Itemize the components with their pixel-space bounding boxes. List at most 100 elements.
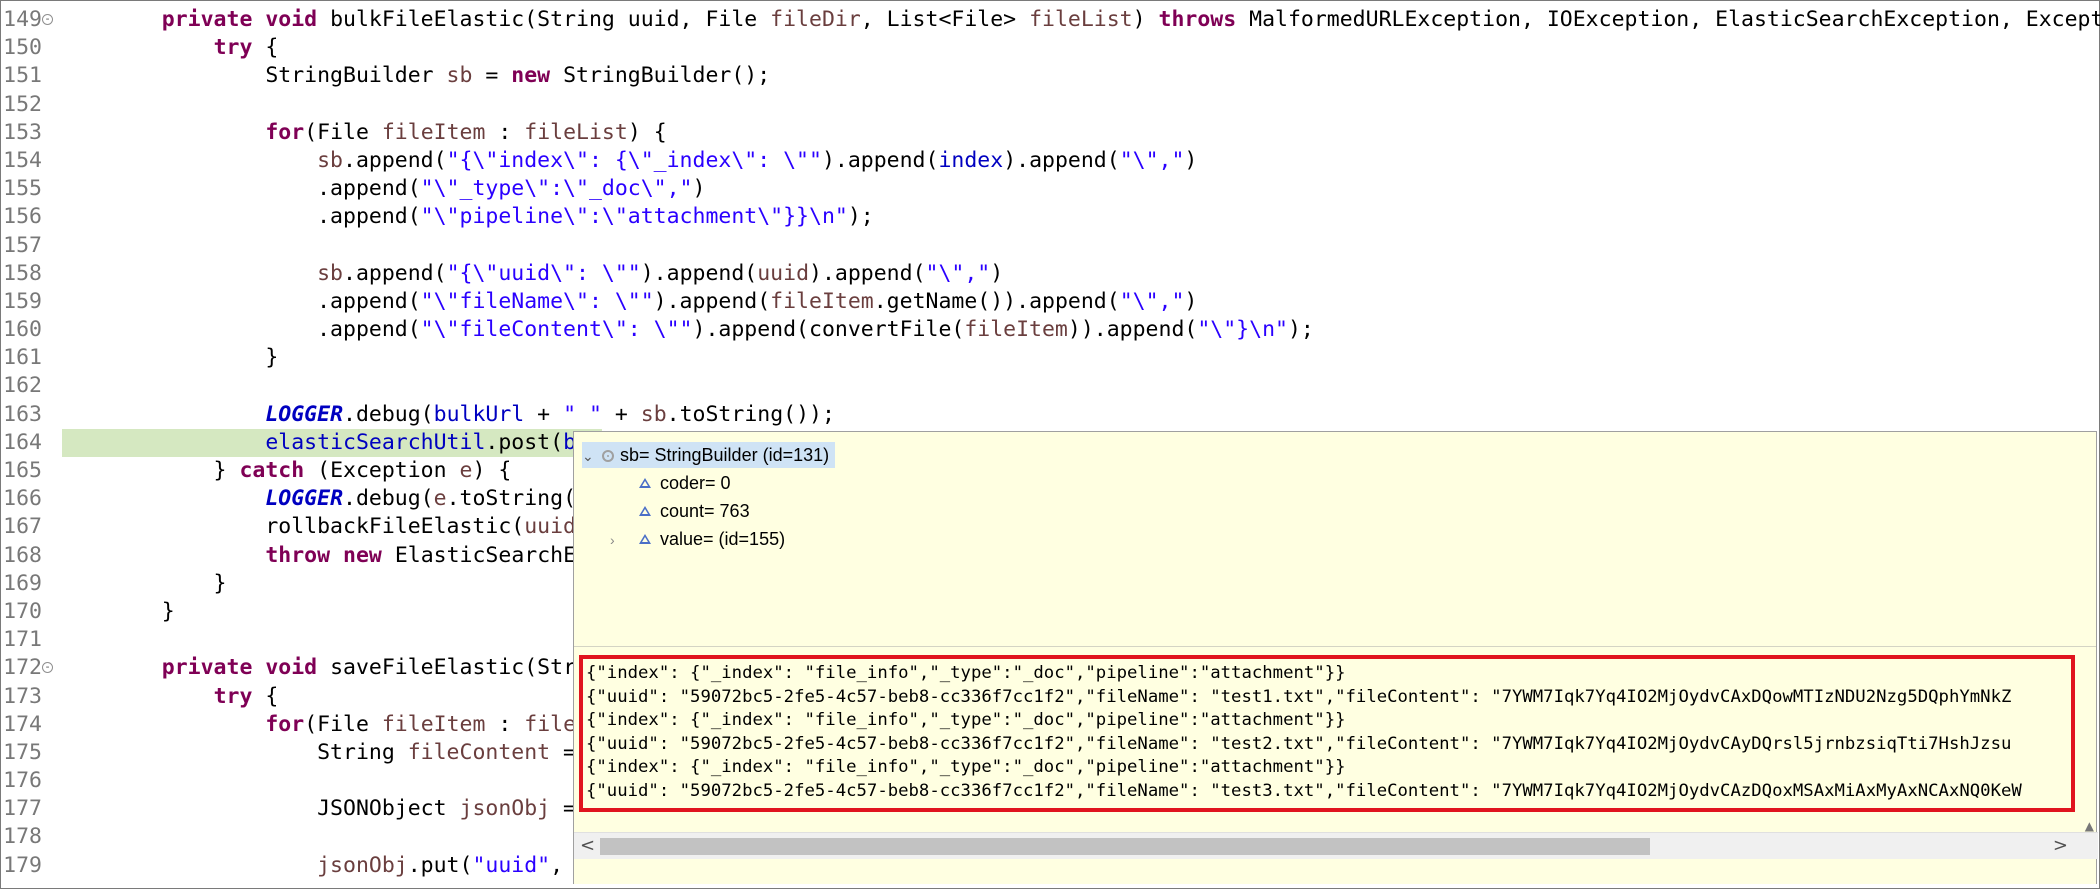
- debug-hover-popup[interactable]: ⌄ sb= StringBuilder (id=131) coder= 0 cou…: [573, 431, 2098, 884]
- code-token: "{\"index\": {\"_index\": \"": [446, 147, 822, 173]
- code-token: ): [1132, 7, 1159, 32]
- code-line[interactable]: 156 .append("\"pipeline\":\"attachment\"…: [0, 203, 2100, 231]
- code-text: sb.append("{\"index\": {\"_index\": \"")…: [110, 147, 1197, 175]
- line-number: 162: [3, 373, 42, 399]
- code-line[interactable]: 162: [0, 372, 2100, 400]
- tree-root-label: sb= StringBuilder (id=131): [620, 445, 830, 465]
- code-token: "{\"uuid\": \"": [446, 260, 641, 286]
- code-token: try: [213, 683, 253, 709]
- code-text: } catch (Exception e) {: [110, 457, 512, 485]
- code-token: bulkFileElastic(String uuid, File: [317, 7, 771, 32]
- code-text: String fileContent = conv: [110, 739, 641, 767]
- tree-item-label: value= (id=155): [660, 529, 786, 549]
- chevron-down-icon[interactable]: ⌄: [582, 443, 598, 469]
- code-token: ) {: [627, 119, 667, 145]
- code-token: .append(: [110, 204, 421, 230]
- line-number: 177: [3, 796, 42, 822]
- code-token: {: [252, 683, 279, 709]
- value-detail-pane[interactable]: {"index": {"_index": "file_info","_type"…: [579, 655, 2075, 812]
- code-token: "\"pipeline\":\"attachment\"}}\n": [420, 204, 848, 230]
- code-token: +: [601, 401, 641, 427]
- code-line[interactable]: 152: [0, 91, 2100, 119]
- code-token: e: [433, 486, 447, 512]
- tree-item-coder[interactable]: coder= 0: [636, 470, 731, 496]
- code-token: .getName()).append(: [873, 288, 1120, 314]
- code-token: }: [110, 570, 227, 596]
- code-token: fileItem: [770, 288, 874, 314]
- code-token: StringBuilder: [110, 63, 447, 89]
- code-line[interactable]: 150 try {: [0, 34, 2100, 62]
- chevron-right-icon[interactable]: ›: [610, 527, 626, 553]
- code-line[interactable]: 149 private void bulkFileElastic(String …: [0, 6, 2100, 34]
- scrollbar-thumb[interactable]: [600, 838, 1650, 855]
- detail-text-line: {"index": {"_index": "file_info","_type"…: [586, 663, 1346, 683]
- code-token: "\"fileContent\": \"": [420, 317, 693, 343]
- horizontal-scrollbar[interactable]: < >: [574, 832, 2098, 859]
- code-token: throws: [1158, 7, 1237, 32]
- code-line[interactable]: 163 LOGGER.debug(bulkUrl + " " + sb.toSt…: [0, 401, 2100, 429]
- code-token: .append(: [343, 260, 447, 286]
- code-text: rollbackFileElastic(uuid);: [110, 513, 602, 541]
- tree-root-sb[interactable]: ⌄ sb= StringBuilder (id=131): [582, 442, 836, 469]
- code-line[interactable]: 154 sb.append("{\"index\": {\"_index\": …: [0, 147, 2100, 175]
- code-token: {: [252, 35, 279, 61]
- line-number: 153: [3, 119, 42, 145]
- line-number: 163: [3, 401, 42, 427]
- code-token: .append(: [110, 317, 421, 343]
- code-line[interactable]: 155 .append("\"_type\":\"_doc\","): [0, 175, 2100, 203]
- line-number: 154: [3, 147, 42, 173]
- code-token: =: [472, 63, 512, 89]
- tree-item-count[interactable]: count= 763: [636, 498, 750, 524]
- line-number: 170: [3, 598, 42, 624]
- code-token: .append(: [110, 288, 421, 314]
- code-token: , List<File>: [860, 7, 1030, 32]
- scroll-up-icon[interactable]: ▲: [2085, 819, 2094, 833]
- code-token: jsonObj: [459, 796, 551, 822]
- code-token: uuid: [524, 514, 576, 540]
- code-line[interactable]: 160 .append("\"fileContent\": \"").appen…: [0, 316, 2100, 344]
- code-line[interactable]: 151 StringBuilder sb = new StringBuilder…: [0, 62, 2100, 90]
- code-token: sb: [317, 147, 343, 173]
- line-number: 168: [3, 542, 42, 568]
- code-text: private void saveFileElastic(String u: [110, 654, 641, 682]
- detail-text-line: {"uuid": "59072bc5-2fe5-4c57-beb8-cc336f…: [586, 686, 2012, 707]
- code-token: ).append(: [821, 147, 939, 173]
- fold-toggle-icon[interactable]: [42, 14, 53, 25]
- scroll-right-icon[interactable]: >: [2053, 835, 2068, 856]
- code-token: for: [265, 119, 305, 145]
- code-line[interactable]: 159 .append("\"fileName\": \"").append(f…: [0, 288, 2100, 316]
- line-number: 165: [3, 458, 42, 483]
- line-number: 151: [3, 63, 42, 89]
- code-text: }: [110, 598, 175, 626]
- code-token: LOGGER: [265, 486, 344, 512]
- vertical-scrollbar[interactable]: ▲: [2078, 432, 2096, 833]
- code-token: new: [511, 63, 551, 89]
- tree-item-label: count= 763: [660, 501, 750, 521]
- line-number: 174: [3, 711, 42, 737]
- code-text: .append("\"pipeline\":\"attachment\"}}\n…: [110, 203, 874, 231]
- line-number: 171: [3, 627, 42, 653]
- line-number: 150: [3, 35, 42, 61]
- line-number: 166: [3, 486, 42, 512]
- code-line[interactable]: 158 sb.append("{\"uuid\": \"").append(uu…: [0, 260, 2100, 288]
- fold-toggle-icon[interactable]: [42, 662, 53, 674]
- code-text: StringBuilder sb = new StringBuilder();: [110, 62, 770, 90]
- scroll-left-icon[interactable]: <: [580, 835, 595, 856]
- field-icon: [639, 534, 651, 544]
- code-line[interactable]: 153 for(File fileItem : fileList) {: [0, 119, 2100, 147]
- code-line[interactable]: 157: [0, 232, 2100, 260]
- code-line[interactable]: 161 }: [0, 344, 2100, 372]
- code-token: fileList: [1029, 7, 1133, 32]
- tree-item-value[interactable]: › value= (id=155): [610, 526, 785, 552]
- code-token: ) {: [472, 458, 512, 483]
- code-token: rollbackFileElastic(: [110, 514, 525, 540]
- pane-divider[interactable]: [574, 646, 2096, 647]
- code-token: sb: [640, 401, 667, 427]
